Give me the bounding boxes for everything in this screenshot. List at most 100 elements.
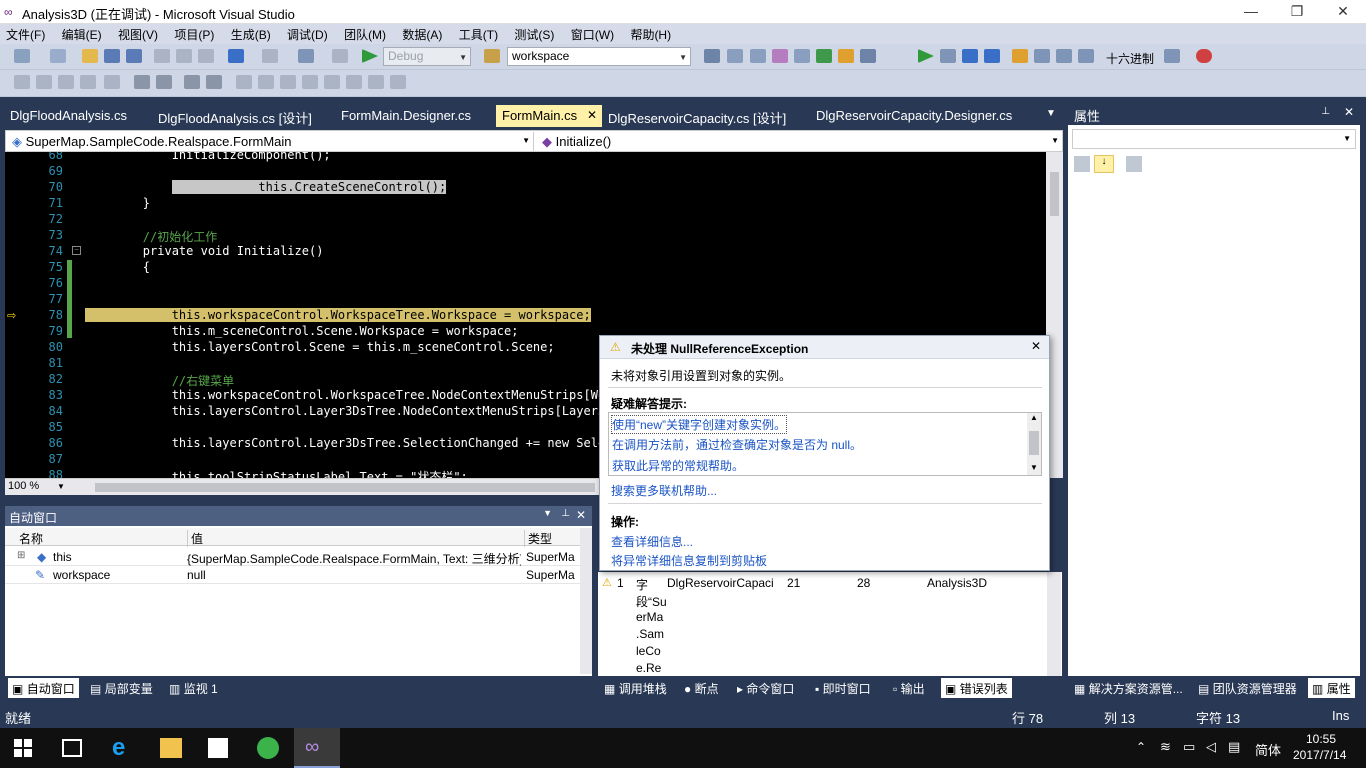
- outdent-icon[interactable]: [156, 75, 172, 89]
- minimize-button[interactable]: —: [1228, 0, 1274, 24]
- param-info-icon[interactable]: [36, 75, 52, 89]
- bookmark-icon[interactable]: [236, 75, 252, 89]
- tips-scrollbar[interactable]: ▲ ▼: [1027, 413, 1041, 475]
- pin-icon[interactable]: ⊥: [561, 508, 570, 519]
- collapse-icon[interactable]: −: [72, 246, 81, 255]
- paste-icon[interactable]: [198, 49, 214, 63]
- menu-help[interactable]: 帮助(H): [624, 24, 678, 44]
- toolbox-icon[interactable]: [794, 49, 810, 63]
- browser-360-icon[interactable]: [257, 737, 279, 759]
- tab-formmain-designer[interactable]: FormMain.Designer.cs: [335, 105, 477, 127]
- clock-date[interactable]: 2017/7/14: [1293, 748, 1346, 762]
- quick-info-icon[interactable]: [58, 75, 74, 89]
- step-into-icon[interactable]: [1034, 49, 1050, 63]
- copy-icon[interactable]: [176, 49, 192, 63]
- tab-properties[interactable]: ▥ 属性: [1308, 678, 1355, 698]
- start-debug-icon[interactable]: [362, 49, 378, 63]
- menu-file[interactable]: 文件(F): [0, 24, 52, 44]
- break-all-icon[interactable]: [940, 49, 956, 63]
- step-out-icon[interactable]: [1078, 49, 1094, 63]
- next-bookmark-folder-icon[interactable]: [324, 75, 340, 89]
- file-explorer-icon[interactable]: [160, 738, 182, 758]
- window-position-icon[interactable]: ▼: [543, 508, 552, 518]
- command-window-icon[interactable]: [860, 49, 876, 63]
- hex-display-button[interactable]: 十六进制: [1106, 50, 1154, 67]
- start-page-icon[interactable]: [816, 49, 832, 63]
- autos-scrollbar[interactable]: [580, 528, 592, 674]
- tab-formmain-cs[interactable]: FormMain.cs ✕: [496, 105, 602, 127]
- navigate-icon[interactable]: [298, 49, 314, 63]
- record-icon[interactable]: [1196, 49, 1212, 63]
- table-row[interactable]: ⊞ ◆ this {SuperMap.SampleCode.Realspace.…: [5, 548, 580, 566]
- tab-autos[interactable]: ▣ 自动窗口: [8, 678, 79, 698]
- wifi-icon[interactable]: ≋: [1160, 739, 1171, 755]
- table-row[interactable]: ✎ workspace null SuperMa: [5, 566, 580, 584]
- store-icon[interactable]: [208, 738, 228, 758]
- menu-tools[interactable]: 工具(T): [453, 24, 505, 44]
- menu-window[interactable]: 窗口(W): [565, 24, 621, 44]
- show-next-statement-icon[interactable]: [1012, 49, 1028, 63]
- tab-dlgreservoir-designer[interactable]: DlgReservoirCapacity.Designer.cs: [810, 105, 1018, 127]
- clock-time[interactable]: 10:55: [1306, 732, 1336, 746]
- redo-icon[interactable]: [262, 49, 278, 63]
- menu-project[interactable]: 项目(P): [168, 24, 221, 44]
- menu-view[interactable]: 视图(V): [112, 24, 165, 44]
- open-file-icon[interactable]: [82, 49, 98, 63]
- menu-test[interactable]: 测试(S): [508, 24, 561, 44]
- uncomment-icon[interactable]: [206, 75, 222, 89]
- step-over-icon[interactable]: [1056, 49, 1072, 63]
- edge-browser-icon[interactable]: e: [112, 734, 125, 762]
- tab-dropdown-icon[interactable]: ▼: [1046, 108, 1056, 119]
- close-icon[interactable]: ✕: [1031, 339, 1041, 353]
- column-header-value[interactable]: 值: [187, 530, 203, 547]
- battery-icon[interactable]: ▭: [1183, 739, 1195, 755]
- tab-command-window[interactable]: ▸ 命令窗口: [733, 678, 798, 698]
- notification-icon[interactable]: ▤: [1228, 739, 1240, 755]
- chevron-up-icon[interactable]: ▲: [1030, 413, 1038, 422]
- stop-debug-icon[interactable]: [962, 49, 978, 63]
- solution-explorer-icon[interactable]: [727, 49, 743, 63]
- save-icon[interactable]: [104, 49, 120, 63]
- class-dropdown[interactable]: ◈ SuperMap.SampleCode.Realspace.FormMain…: [8, 132, 534, 151]
- task-view-icon[interactable]: [62, 739, 82, 757]
- tab-solution-explorer[interactable]: ▦ 解决方案资源管...: [1070, 678, 1187, 698]
- scroll-thumb[interactable]: [1029, 431, 1039, 455]
- hscroll-thumb[interactable]: [95, 483, 595, 492]
- tip-link[interactable]: 在调用方法前，通过检查确定对象是否为 null。: [612, 436, 862, 453]
- startup-dropdown[interactable]: workspace ▼: [507, 47, 691, 66]
- tab-immediate-window[interactable]: ▪ 即时窗口: [811, 678, 875, 698]
- new-project-icon[interactable]: [14, 49, 30, 63]
- visual-studio-taskbar-button[interactable]: ∞: [294, 728, 340, 768]
- find-in-files-icon[interactable]: [704, 49, 720, 63]
- tip-link[interactable]: 使用“new”关键字创建对象实例。: [611, 415, 788, 434]
- volume-icon[interactable]: ◁: [1206, 739, 1216, 755]
- clear-bookmarks-icon[interactable]: [390, 75, 406, 89]
- menu-debug[interactable]: 调试(D): [281, 24, 335, 44]
- search-online-link[interactable]: 搜索更多联机帮助...: [611, 482, 717, 499]
- tab-dlgfloodanalysis-design[interactable]: DlgFloodAnalysis.cs [设计]: [152, 105, 318, 127]
- config-dropdown[interactable]: Debug ▼: [383, 47, 471, 66]
- prev-bookmark-folder-icon[interactable]: [302, 75, 318, 89]
- prev-bookmark-doc-icon[interactable]: [346, 75, 362, 89]
- expand-icon[interactable]: ⊞: [17, 550, 25, 561]
- windows-start-icon[interactable]: [14, 739, 32, 757]
- tab-breakpoints[interactable]: ● 断点: [680, 678, 723, 698]
- tab-dlgfloodanalysis-cs[interactable]: DlgFloodAnalysis.cs: [4, 105, 133, 127]
- undo-icon[interactable]: [228, 49, 244, 63]
- copy-detail-link[interactable]: 将异常详细信息复制到剪贴板: [611, 552, 767, 569]
- menu-build[interactable]: 生成(B): [225, 24, 278, 44]
- menu-data[interactable]: 数据(A): [396, 24, 449, 44]
- restore-button[interactable]: ❐: [1274, 0, 1320, 24]
- zoom-level[interactable]: 100 %: [8, 480, 39, 492]
- decrease-indent-icon[interactable]: [104, 75, 120, 89]
- comment-icon[interactable]: [184, 75, 200, 89]
- indent-icon[interactable]: [134, 75, 150, 89]
- scroll-thumb[interactable]: [1050, 172, 1059, 216]
- tab-error-list[interactable]: ▣ 错误列表: [941, 678, 1012, 698]
- find-icon[interactable]: [484, 49, 500, 63]
- complete-word-icon[interactable]: [80, 75, 96, 89]
- column-header-type[interactable]: 类型: [524, 530, 552, 547]
- navigate-forward-icon[interactable]: [332, 49, 348, 63]
- extension-icon[interactable]: [838, 49, 854, 63]
- tip-link[interactable]: 获取此异常的常规帮助。: [612, 457, 744, 474]
